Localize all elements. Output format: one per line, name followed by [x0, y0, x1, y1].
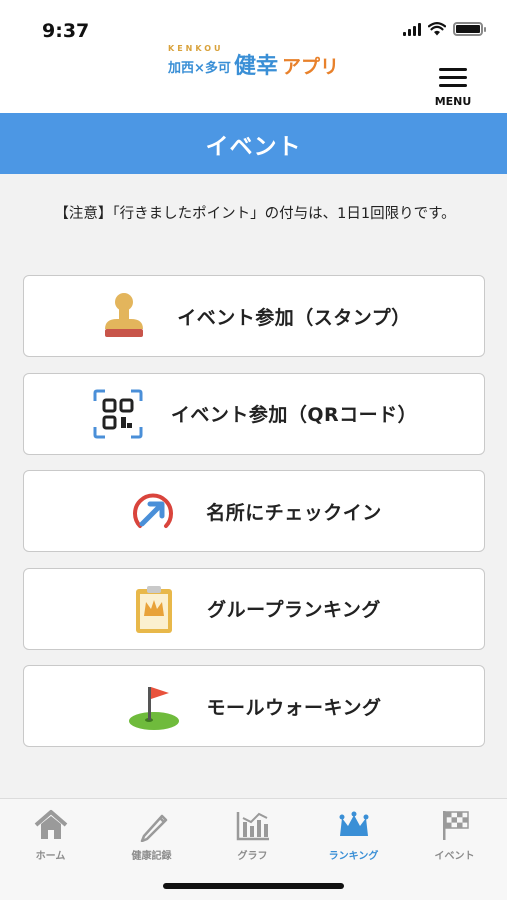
graph-icon	[202, 807, 303, 843]
checkered-flag-icon	[404, 807, 505, 843]
mall-walking-button[interactable]: モールウォーキング	[23, 665, 485, 747]
app-logo: KENKOU 加西×多可 健幸 アプリ	[168, 44, 340, 79]
home-indicator[interactable]	[163, 883, 344, 889]
event-stamp-button[interactable]: イベント参加（スタンプ）	[23, 275, 485, 357]
menu-item-label: イベント参加（スタンプ）	[177, 306, 411, 329]
tab-label: 健康記録	[131, 851, 172, 862]
tab-ranking[interactable]: ランキング	[303, 807, 404, 862]
menu-item-label: グループランキング	[207, 599, 381, 621]
menu-item-label: 名所にチェックイン	[206, 501, 382, 524]
crown-icon	[303, 807, 404, 843]
pencil-icon	[101, 807, 202, 843]
app-header: 9:37 KENKOU 加西×多可 健幸 アプリ MENU	[0, 0, 507, 113]
hamburger-icon	[439, 68, 467, 71]
signal-icon	[403, 22, 421, 36]
tab-event[interactable]: イベント	[404, 807, 505, 862]
tab-label: ホーム	[35, 851, 66, 862]
page-title: イベント	[205, 133, 302, 160]
event-qr-button[interactable]: イベント参加（QRコード）	[23, 372, 485, 455]
tab-label: ランキング	[328, 851, 379, 862]
page-title-bar: イベント	[0, 113, 507, 174]
menu-button[interactable]: MENU	[431, 68, 475, 110]
check-in-icon	[126, 484, 180, 538]
tab-health-record[interactable]: 健康記録	[101, 807, 202, 862]
status-icons	[403, 22, 486, 36]
battery-icon	[453, 22, 486, 36]
tab-graph[interactable]: グラフ	[202, 807, 303, 862]
group-ranking-button[interactable]: グループランキング	[23, 567, 485, 650]
qr-scan-icon	[91, 387, 145, 441]
stamp-icon	[97, 289, 151, 343]
tab-label: グラフ	[237, 851, 268, 862]
tab-home[interactable]: ホーム	[0, 807, 101, 862]
crown-clipboard-icon	[127, 582, 181, 636]
wifi-icon	[428, 22, 446, 36]
menu-label: MENU	[434, 95, 472, 108]
home-icon	[0, 807, 101, 843]
flag-green-icon	[127, 679, 181, 733]
notice-text: 【注意】「行きましたポイント」の付与は、1日1回限りです。	[54, 206, 456, 222]
check-in-button[interactable]: 名所にチェックイン	[23, 470, 485, 552]
tab-label: イベント	[434, 851, 475, 862]
event-menu-list: イベント参加（スタンプ） イベント参加（QRコード） 名所にチェックイン グルー…	[23, 275, 485, 763]
status-time: 9:37	[42, 20, 90, 42]
menu-item-label: モールウォーキング	[206, 696, 382, 719]
menu-item-label: イベント参加（QRコード）	[170, 404, 418, 426]
